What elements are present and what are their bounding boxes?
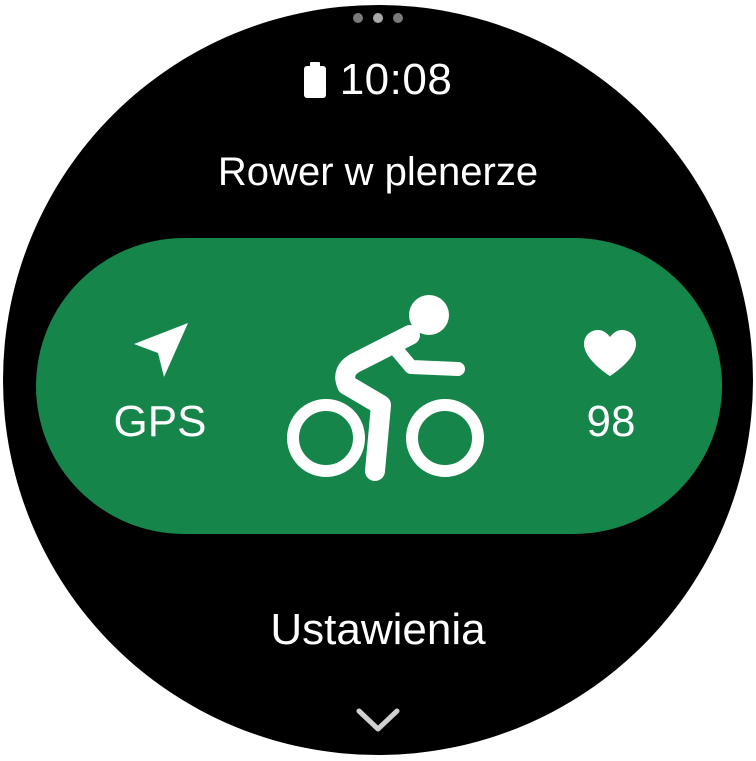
watch-face: 10:08 Rower w plenerze GPS 98 Ustawienia: [3, 5, 753, 755]
heart-icon: [584, 330, 636, 381]
watch-screen: 10:08 Rower w plenerze GPS 98 Ustawienia: [0, 0, 756, 761]
location-arrow-icon: [131, 320, 191, 385]
settings-button[interactable]: Ustawienia: [3, 602, 753, 658]
page-dot: [393, 13, 403, 23]
page-dot-active: [373, 13, 383, 23]
gps-status-label: GPS: [113, 397, 207, 446]
start-workout-button[interactable]: GPS 98: [36, 238, 722, 534]
cycling-icon: [283, 293, 493, 488]
activity-title: Rower w plenerze: [217, 150, 539, 194]
chevron-down-icon[interactable]: [353, 705, 403, 740]
page-dot: [353, 13, 363, 23]
battery-icon: [303, 62, 326, 98]
heart-rate-value: 98: [586, 397, 636, 446]
clock-time: 10:08: [339, 55, 453, 104]
status-bar: 10:08: [3, 55, 753, 105]
page-indicator: [3, 13, 753, 23]
